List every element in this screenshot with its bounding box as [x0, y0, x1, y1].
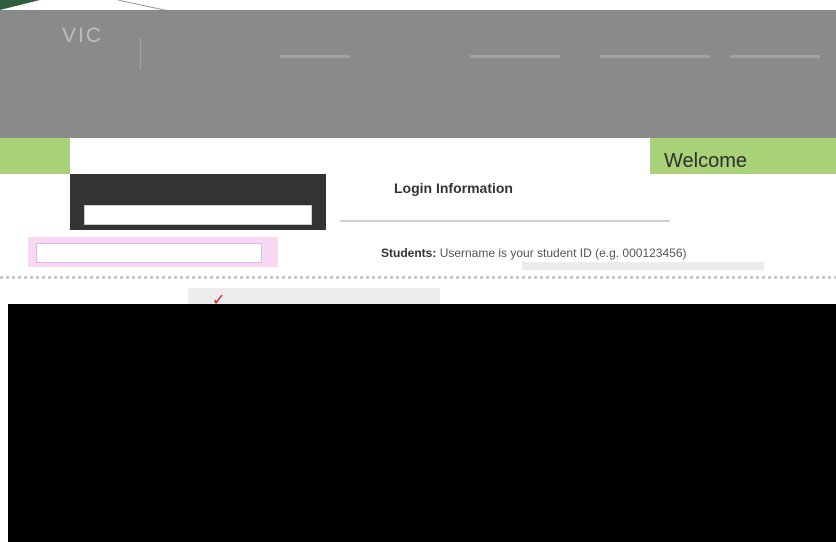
dotted-separator: [0, 276, 836, 279]
site-header: [0, 10, 836, 138]
students-label: Students:: [381, 246, 437, 260]
nav-link[interactable]: [280, 55, 350, 58]
students-info: Students: Username is your student ID (e…: [381, 246, 687, 260]
students-text: Username is your student ID (e.g. 000123…: [439, 246, 687, 260]
nav-link[interactable]: [600, 55, 710, 58]
username-input[interactable]: [84, 205, 312, 225]
site-logo[interactable]: VIC: [62, 24, 103, 48]
unrendered-region: [8, 304, 836, 542]
help-bar: [522, 262, 764, 270]
corner-accent: [0, 0, 40, 10]
password-input[interactable]: [36, 243, 262, 263]
nav-link[interactable]: [470, 55, 560, 58]
login-button[interactable]: [188, 288, 440, 304]
welcome-heading: Welcome: [664, 150, 747, 172]
header-divider: [140, 38, 141, 70]
login-info-title: Login Information: [394, 180, 513, 196]
accent-band-left: [0, 138, 70, 174]
nav-link[interactable]: [730, 55, 820, 58]
content-band: [70, 138, 650, 174]
info-divider: [340, 220, 670, 222]
